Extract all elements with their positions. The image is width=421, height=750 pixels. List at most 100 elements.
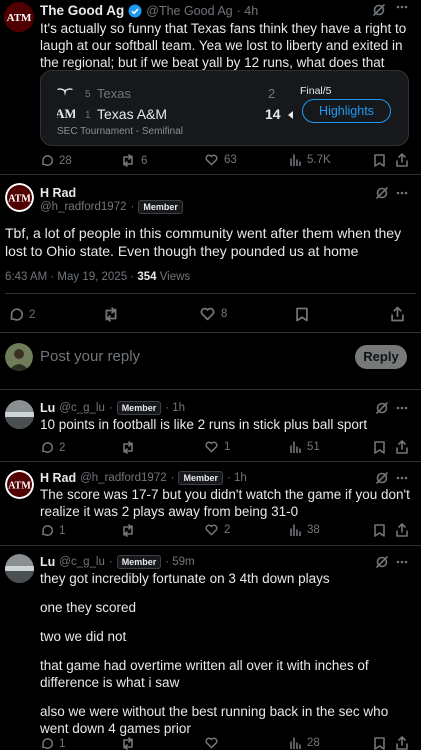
repost-icon[interactable] (103, 307, 119, 322)
paragraph: one they scored (40, 600, 137, 615)
svg-text:AM: AM (57, 106, 75, 121)
share-icon[interactable] (391, 306, 404, 322)
grok-icon[interactable] (375, 401, 389, 415)
texas-am-logo-icon: AM (57, 105, 75, 121)
like-action[interactable]: 2 (205, 524, 230, 536)
author-name[interactable]: H Rad (40, 186, 76, 200)
like-action[interactable]: 1 (205, 441, 230, 453)
bookmark-icon[interactable] (374, 737, 385, 750)
team2-rank: 1 (85, 110, 91, 121)
more-options-icon[interactable] (396, 406, 408, 410)
divider (0, 174, 421, 175)
grok-icon[interactable] (372, 3, 386, 17)
team1-score: 2 (268, 86, 276, 101)
share-icon[interactable] (396, 153, 408, 167)
share-icon[interactable] (396, 523, 408, 537)
views-action[interactable]: 28 (290, 737, 320, 749)
divider (5, 293, 416, 294)
like-count: 2 (224, 524, 231, 536)
separator-dot: · (108, 556, 113, 568)
avatar[interactable]: ATM (5, 470, 34, 499)
svg-text:ATM: ATM (8, 194, 31, 205)
bookmark-icon[interactable] (374, 524, 385, 537)
author-name[interactable]: Lu (40, 555, 55, 569)
share-icon[interactable] (396, 736, 408, 750)
author-handle[interactable]: @h_radford1972 (40, 201, 127, 213)
reply-action[interactable]: 1 (40, 737, 65, 750)
post-timestamp[interactable]: 6:43 AM · May 19, 2025 · (5, 271, 137, 283)
views-label: Views (156, 271, 191, 283)
repost-icon[interactable] (121, 441, 135, 454)
reply-icon (40, 154, 53, 167)
reply-icon (40, 524, 53, 537)
team1-name: Texas (97, 86, 131, 101)
like-action[interactable]: 8 (200, 307, 227, 321)
avatar[interactable]: ATM (5, 183, 34, 212)
like-action[interactable]: 63 (205, 154, 237, 166)
share-icon[interactable] (396, 440, 408, 454)
reply-action[interactable]: 1 (40, 524, 65, 537)
reply-icon (8, 307, 23, 322)
more-options-icon[interactable] (396, 560, 408, 564)
author-handle[interactable]: @c_g_lu (59, 402, 105, 414)
post-time[interactable]: · 1h (227, 472, 247, 484)
verified-badge-icon (128, 4, 142, 18)
more-options-icon[interactable] (396, 191, 408, 195)
reply-count: 1 (59, 737, 66, 750)
author-name[interactable]: The Good Ag (40, 3, 124, 18)
views-action[interactable]: 5.7K (290, 154, 331, 166)
post-time[interactable]: · 59m (165, 556, 194, 568)
heart-icon (205, 441, 218, 453)
bookmark-icon[interactable] (374, 154, 385, 167)
highlights-button[interactable]: Highlights (302, 99, 391, 123)
divider (0, 461, 421, 462)
post-time[interactable]: · 4h (237, 4, 259, 18)
grok-icon[interactable] (375, 555, 389, 569)
team2-score: 14 (265, 106, 281, 122)
svg-text:ATM: ATM (7, 12, 32, 24)
author-handle[interactable]: @c_g_lu (59, 556, 105, 568)
views-count: 51 (307, 441, 320, 453)
reply-count: 1 (59, 524, 66, 537)
grok-icon[interactable] (375, 186, 389, 200)
reply-action[interactable]: 2 (40, 441, 65, 454)
analytics-icon (290, 441, 301, 453)
repost-icon[interactable] (121, 524, 135, 537)
analytics-icon (290, 524, 301, 536)
views-action[interactable]: 51 (290, 441, 320, 453)
reply-action[interactable]: 2 (8, 307, 35, 322)
author-name[interactable]: Lu (40, 401, 55, 415)
grok-icon[interactable] (375, 471, 389, 485)
avatar[interactable] (5, 554, 34, 583)
member-badge: Member (178, 471, 223, 485)
user-avatar[interactable] (5, 343, 33, 371)
member-badge: Member (138, 200, 183, 214)
score-card[interactable]: 5 Texas 2 AM 1 Texas A&M 14 SEC Tourname… (40, 70, 409, 146)
bookmark-icon[interactable] (296, 307, 308, 322)
author-handle[interactable]: @The Good Ag (146, 4, 232, 18)
repost-count: 6 (141, 154, 148, 167)
heart-icon (200, 307, 215, 321)
repost-action[interactable]: 6 (121, 154, 147, 167)
repost-icon[interactable] (121, 737, 135, 750)
views-action[interactable]: 38 (290, 524, 320, 536)
team2-name: Texas A&M (97, 106, 168, 122)
divider (0, 389, 421, 390)
more-options-icon[interactable] (396, 476, 408, 480)
avatar[interactable] (5, 400, 34, 429)
post-time[interactable]: · 1h (165, 402, 185, 414)
reply-button[interactable]: Reply (355, 345, 407, 369)
bookmark-icon[interactable] (374, 441, 385, 454)
reply-input[interactable]: Post your reply (40, 348, 140, 365)
reply-action[interactable]: 28 (40, 154, 72, 167)
separator-dot: · (130, 201, 135, 213)
paragraph: they got incredibly fortunate on 3 4th d… (40, 571, 330, 586)
author-handle[interactable]: @h_radford1972 (80, 472, 167, 484)
heart-icon[interactable] (205, 737, 218, 749)
avatar[interactable]: ATM (4, 2, 34, 32)
texas-logo-icon (57, 87, 73, 97)
analytics-icon (290, 154, 301, 166)
author-name[interactable]: H Rad (40, 471, 76, 485)
more-options-icon[interactable] (396, 5, 408, 9)
post-text: The score was 17-7 but you didn't watch … (40, 487, 410, 519)
